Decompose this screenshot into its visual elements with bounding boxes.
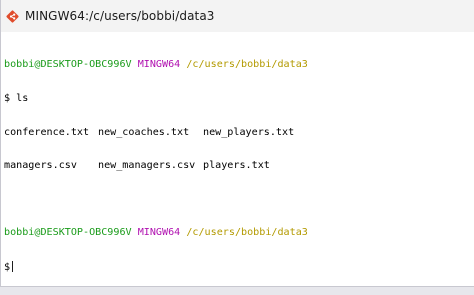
file-entry: new_players.txt	[203, 126, 295, 138]
file-entry: new_managers.csv	[98, 160, 196, 172]
window-title: MINGW64:/c/users/bobbi/data3	[25, 9, 215, 23]
git-bash-icon	[5, 9, 19, 23]
prompt-path: /c/users/bobbi/data3	[186, 227, 308, 239]
prompt-path: /c/users/bobbi/data3	[186, 59, 308, 71]
file-entry: players.txt	[203, 160, 270, 172]
listing-row-1: conference.txt new_coaches.txt new_players…	[4, 127, 472, 138]
text-cursor	[12, 260, 14, 272]
listing-row-2: managers.csv new_managers.csv players.txt	[4, 160, 472, 171]
terminal-output[interactable]: bobbi@DESKTOP-OBC996V MINGW64 /c/users/b…	[4, 37, 472, 281]
command-line: $ ls	[4, 93, 29, 104]
prompt-line-2: bobbi@DESKTOP-OBC996V MINGW64 /c/users/b…	[4, 227, 472, 238]
file-entry: conference.txt	[4, 126, 90, 138]
terminal-window: MINGW64:/c/users/bobbi/data3 bobbi@DESKT…	[0, 0, 474, 287]
prompt-env: MINGW64	[137, 59, 181, 71]
input-line[interactable]: $	[4, 260, 472, 273]
file-entry: managers.csv	[4, 160, 77, 172]
prompt-user-host: bobbi@DESKTOP-OBC996V	[4, 59, 132, 71]
prompt-line-1: bobbi@DESKTOP-OBC996V MINGW64 /c/users/b…	[4, 59, 472, 70]
prompt-env: MINGW64	[137, 227, 181, 239]
input-prompt: $	[4, 261, 11, 273]
title-bar[interactable]: MINGW64:/c/users/bobbi/data3	[1, 0, 474, 32]
file-entry: new_coaches.txt	[98, 126, 190, 138]
prompt-user-host: bobbi@DESKTOP-OBC996V	[4, 227, 132, 239]
